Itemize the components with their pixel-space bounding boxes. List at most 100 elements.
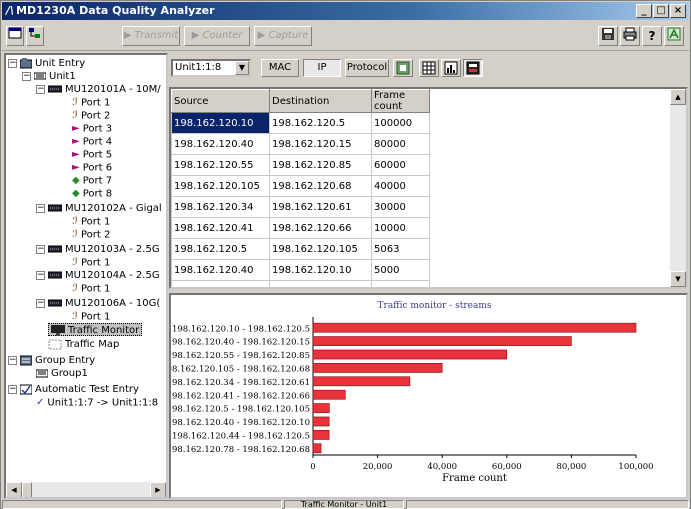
table-header-row: Source Destination Frame count xyxy=(171,89,430,113)
minimize-button[interactable]: _ xyxy=(636,4,652,18)
help-button[interactable]: ? xyxy=(642,26,662,46)
table-row[interactable]: 198.162.120.44198.162.120.55000 xyxy=(171,280,430,287)
unit-port-select[interactable]: Unit1:1:8 ▼ xyxy=(171,59,251,77)
table-row[interactable]: 198.162.120.55 198.162.120.85 60000 xyxy=(171,154,430,176)
tree-port[interactable]: ℐ Port 2 xyxy=(72,109,110,122)
column-header-source[interactable]: Source xyxy=(171,89,270,113)
table-icon xyxy=(422,61,436,75)
tree-module-mu120102a[interactable]: MU120102A - Gigal xyxy=(48,202,162,215)
tree-module-mu120103a[interactable]: MU120103A - 2.5G xyxy=(48,243,160,256)
module-card-icon xyxy=(48,204,62,212)
tree-port[interactable]: ◆ Port 7 xyxy=(72,174,112,187)
refresh-button[interactable] xyxy=(393,59,413,77)
window-icon-button[interactable] xyxy=(6,26,24,46)
collapse-toggle[interactable]: − xyxy=(36,271,45,280)
tree-module-mu120104a[interactable]: MU120104A - 2.5G xyxy=(48,269,160,282)
tree-view-button[interactable] xyxy=(26,26,44,46)
tree-port[interactable]: ℐ Port 2 xyxy=(72,228,110,241)
y-tick-label: 198.162.120.55 - 198.162.120.85 xyxy=(171,351,310,361)
save-button[interactable] xyxy=(598,26,618,46)
tree-port[interactable]: ℐ Port 1 xyxy=(72,282,110,295)
tree-auto-test-item[interactable]: ✓ Unit1:1:7 -> Unit1:1:8 xyxy=(36,396,158,409)
capture-button[interactable]: ▶ Capture xyxy=(254,26,312,46)
tree-port[interactable]: ℐ Port 1 xyxy=(72,310,110,323)
cell-source: 198.162.120.40 xyxy=(171,133,270,155)
collapse-toggle[interactable]: − xyxy=(8,385,17,394)
stream-table[interactable]: Source Destination Frame count 198.162.1… xyxy=(169,87,688,289)
anritsu-logo-button[interactable] xyxy=(664,26,684,46)
port-connector-magenta-icon: ► xyxy=(72,162,80,173)
port-connector-green-icon: ◆ xyxy=(72,175,80,186)
tree-port[interactable]: ► Port 4 xyxy=(72,135,112,148)
cell-frame-count: 80000 xyxy=(371,133,430,155)
tree-port[interactable]: ◆ Port 8 xyxy=(72,187,112,200)
transmit-button[interactable]: ▶ Transmit xyxy=(122,26,180,46)
tree-automatic-test-entry[interactable]: Automatic Test Entry xyxy=(20,383,139,396)
collapse-toggle[interactable]: − xyxy=(8,59,17,68)
status-cell-empty xyxy=(406,500,689,509)
chevron-down-icon[interactable]: ▼ xyxy=(235,61,249,75)
table-row[interactable]: 198.162.120.105 198.162.120.68 40000 xyxy=(171,175,430,197)
cell-destination: 198.162.120.5 xyxy=(269,280,372,287)
tree-unit-entry[interactable]: Unit Entry xyxy=(20,57,85,70)
collapse-toggle[interactable]: − xyxy=(8,356,17,365)
tree-port[interactable]: ► Port 3 xyxy=(72,122,112,135)
tree-group-entry[interactable]: Group Entry xyxy=(20,354,95,367)
ip-button[interactable]: IP xyxy=(303,59,341,77)
tree-traffic-monitor[interactable]: Traffic Monitor xyxy=(48,323,143,336)
protocol-button[interactable]: Protocol xyxy=(345,59,389,77)
tree-horizontal-scrollbar[interactable]: ◀ ▶ xyxy=(6,482,166,497)
collapse-toggle[interactable]: − xyxy=(36,204,45,213)
cell-frame-count: 10000 xyxy=(371,217,430,239)
tree-port[interactable]: ℐ Port 1 xyxy=(72,96,110,109)
table-row[interactable]: 198.162.120.5 198.162.120.105 5063 xyxy=(171,238,430,260)
group-icon xyxy=(36,369,48,377)
scroll-right-icon[interactable]: ▶ xyxy=(150,482,166,497)
column-header-frame-count[interactable]: Frame count xyxy=(371,89,430,113)
split-view-button[interactable] xyxy=(463,59,483,77)
table-row[interactable]: 198.162.120.41 198.162.120.66 10000 xyxy=(171,217,430,239)
scroll-up-icon[interactable]: ▲ xyxy=(670,89,686,105)
collapse-toggle[interactable]: − xyxy=(36,85,45,94)
mac-button[interactable]: MAC xyxy=(261,59,299,77)
close-button[interactable]: × xyxy=(670,4,686,18)
cell-source: 198.162.120.34 xyxy=(171,196,270,218)
table-row[interactable]: 198.162.120.40 198.162.120.15 80000 xyxy=(171,133,430,155)
maximize-button[interactable]: □ xyxy=(653,4,669,18)
tree-module-mu120101a[interactable]: MU120101A - 10M/ xyxy=(48,83,161,96)
chart-view-button[interactable] xyxy=(441,59,461,77)
cell-source: 198.162.120.40 xyxy=(171,259,270,281)
question-mark-icon: ? xyxy=(648,29,656,43)
scroll-left-icon[interactable]: ◀ xyxy=(6,482,22,497)
cell-source: 198.162.120.5 xyxy=(171,238,270,260)
tree-group1[interactable]: Group1 xyxy=(36,367,88,380)
table-row[interactable]: 198.162.120.34 198.162.120.61 30000 xyxy=(171,196,430,218)
scroll-down-icon[interactable]: ▼ xyxy=(670,271,686,287)
module-card-icon xyxy=(48,245,62,253)
collapse-toggle[interactable]: − xyxy=(36,245,45,254)
tree-port[interactable]: ► Port 5 xyxy=(72,148,112,161)
app-window: /\ MD1230A Data Quality Analyzer _ □ × ▶ … xyxy=(0,0,691,509)
column-header-destination[interactable]: Destination xyxy=(269,89,372,113)
tree-unit1[interactable]: Unit1 xyxy=(34,70,76,83)
tree-port[interactable]: ► Port 6 xyxy=(72,161,112,174)
table-row[interactable]: 198.162.120.40 198.162.120.10 5000 xyxy=(171,259,430,281)
table-view-button[interactable] xyxy=(419,59,439,77)
port-connector-green-icon: ◆ xyxy=(72,188,80,199)
title-bar[interactable]: /\ MD1230A Data Quality Analyzer _ □ × xyxy=(2,2,689,20)
tree-traffic-map[interactable]: Traffic Map xyxy=(48,338,119,351)
table-row[interactable]: 198.162.120.10 198.162.120.5 100000 xyxy=(171,112,430,134)
tree-module-mu120106a[interactable]: MU120106A - 10G( xyxy=(48,297,160,310)
counter-button[interactable]: ▶ Counter xyxy=(184,26,250,46)
collapse-toggle[interactable]: − xyxy=(22,72,31,81)
table-vertical-scrollbar[interactable]: ▲ ▼ xyxy=(670,89,686,287)
collapse-toggle[interactable]: − xyxy=(36,299,45,308)
scroll-thumb[interactable] xyxy=(22,482,32,497)
chart-bar xyxy=(312,349,508,360)
x-tick-label: 100,000 xyxy=(618,462,653,472)
unit-tree[interactable]: − Unit Entry − Unit1 − MU120101A - 10M/ … xyxy=(4,53,168,499)
cell-destination: 198.162.120.68 xyxy=(269,175,372,197)
print-button[interactable] xyxy=(620,26,640,46)
tree-port[interactable]: ℐ Port 1 xyxy=(72,256,110,269)
tree-port[interactable]: ℐ Port 1 xyxy=(72,215,110,228)
